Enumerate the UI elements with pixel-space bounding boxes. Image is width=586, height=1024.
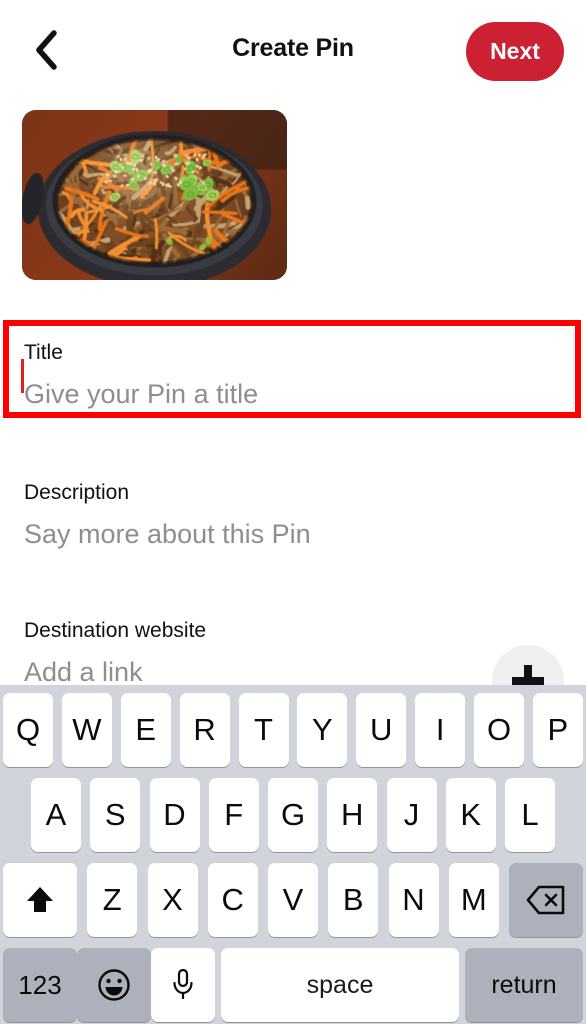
keyboard-row-1: Q W E R T Y U I O P	[0, 693, 586, 767]
description-field[interactable]: Description Say more about this Pin	[0, 460, 586, 574]
key-i[interactable]: I	[415, 693, 466, 767]
key-l[interactable]: L	[505, 778, 555, 852]
key-m[interactable]: M	[448, 863, 499, 937]
key-d[interactable]: D	[149, 778, 200, 852]
on-screen-keyboard[interactable]: Q W E R T Y U I O P A S D F G H J K L Z …	[0, 685, 586, 1024]
key-z[interactable]: Z	[87, 863, 138, 937]
key-y[interactable]: Y	[297, 693, 348, 767]
title-placeholder: Give your Pin a title	[24, 379, 259, 409]
keyboard-row-3: Z X C V B N M	[0, 863, 586, 937]
key-o[interactable]: O	[474, 693, 524, 767]
key-x[interactable]: X	[147, 863, 198, 937]
next-button[interactable]: Next	[466, 22, 564, 81]
emoji-smiley-icon	[97, 968, 131, 1002]
title-input[interactable]: Give your Pin a title	[21, 359, 562, 434]
description-placeholder: Say more about this Pin	[24, 519, 311, 549]
key-t[interactable]: T	[238, 693, 289, 767]
app-header: Create Pin Next	[0, 0, 586, 100]
text-caret	[21, 359, 24, 393]
pin-image	[22, 110, 287, 280]
description-label: Description	[24, 481, 130, 504]
key-q[interactable]: Q	[3, 693, 53, 767]
title-field[interactable]: Title Give your Pin a title	[0, 320, 586, 418]
key-w[interactable]: W	[61, 693, 112, 767]
destination-website-label: Destination website	[24, 619, 207, 642]
dictation-key[interactable]	[151, 948, 215, 1022]
key-c[interactable]: C	[207, 863, 258, 937]
space-key[interactable]: space	[221, 948, 459, 1022]
key-a[interactable]: A	[31, 778, 81, 852]
key-f[interactable]: F	[208, 778, 259, 852]
emoji-key[interactable]	[77, 948, 151, 1022]
key-n[interactable]: N	[388, 863, 439, 937]
return-key[interactable]: return	[465, 948, 583, 1022]
description-input[interactable]: Say more about this Pin	[24, 503, 562, 574]
key-v[interactable]: V	[268, 863, 318, 937]
keyboard-row-4: 123 space return	[0, 948, 586, 1022]
key-k[interactable]: K	[445, 778, 496, 852]
backspace-key[interactable]	[509, 863, 583, 937]
key-s[interactable]: S	[90, 778, 141, 852]
key-h[interactable]: H	[327, 778, 378, 852]
numbers-key[interactable]: 123	[3, 948, 77, 1022]
key-b[interactable]: B	[328, 863, 379, 937]
key-r[interactable]: R	[179, 693, 230, 767]
shift-key[interactable]	[3, 863, 77, 937]
create-pin-screen: Create Pin Next Title Give your Pin a ti…	[0, 0, 586, 1024]
key-p[interactable]: P	[532, 693, 583, 767]
keyboard-row-2: A S D F G H J K L	[0, 778, 586, 852]
microphone-icon	[170, 968, 196, 1002]
key-g[interactable]: G	[268, 778, 318, 852]
pin-image-thumbnail[interactable]	[22, 110, 287, 280]
key-e[interactable]: E	[120, 693, 171, 767]
key-j[interactable]: J	[386, 778, 437, 852]
backspace-icon	[526, 885, 566, 915]
destination-website-placeholder: Add a link	[24, 657, 143, 687]
shift-arrow-icon	[24, 884, 56, 916]
title-label: Title	[24, 341, 63, 364]
key-u[interactable]: U	[356, 693, 407, 767]
